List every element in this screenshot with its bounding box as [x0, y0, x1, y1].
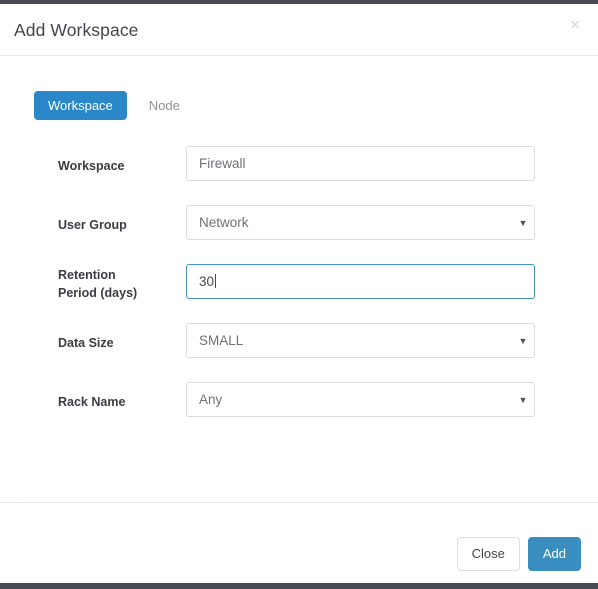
form-row-data-size: Data Size SMALL ▼ — [0, 323, 598, 382]
close-button[interactable]: Close — [456, 537, 520, 571]
dialog-body: Workspace Node Workspace User Group Netw… — [0, 56, 598, 558]
label-rack-name: Rack Name — [58, 395, 126, 409]
tab-node[interactable]: Node — [135, 91, 194, 120]
close-icon[interactable]: × — [566, 16, 584, 34]
retention-period-value: 30 — [199, 274, 215, 289]
user-group-select[interactable]: Network — [186, 205, 535, 240]
rack-name-select[interactable]: Any — [186, 382, 535, 417]
label-user-group: User Group — [58, 218, 127, 232]
page-title: Add Workspace — [14, 20, 139, 40]
form-row-workspace: Workspace — [0, 146, 598, 205]
workspace-form: Workspace User Group Network ▼ Retention… — [0, 146, 598, 441]
form-row-rack-name: Rack Name Any ▼ — [0, 382, 598, 441]
dialog-footer: Close Add — [0, 502, 598, 583]
workspace-input[interactable] — [186, 146, 535, 181]
label-retention-line1: Retention — [58, 268, 116, 282]
dialog-header: Add Workspace × — [0, 4, 598, 56]
tab-bar: Workspace Node — [34, 91, 194, 120]
footer-button-group: Close Add — [456, 537, 581, 571]
retention-period-input[interactable]: 30 — [186, 264, 535, 299]
text-caret — [215, 274, 217, 288]
data-size-select[interactable]: SMALL — [186, 323, 535, 358]
form-row-user-group: User Group Network ▼ — [0, 205, 598, 264]
add-button[interactable]: Add — [527, 537, 581, 571]
form-row-retention-period: Retention Period (days) 30 — [0, 264, 598, 323]
tab-workspace[interactable]: Workspace — [34, 91, 127, 120]
label-workspace: Workspace — [58, 159, 125, 173]
label-data-size: Data Size — [58, 336, 114, 350]
page-chrome-bottom — [0, 583, 598, 589]
label-retention-period: Retention Period (days) — [58, 266, 183, 302]
add-workspace-dialog: Add Workspace × Workspace Node Workspace… — [0, 4, 598, 583]
label-retention-line2: Period (days) — [58, 286, 138, 301]
